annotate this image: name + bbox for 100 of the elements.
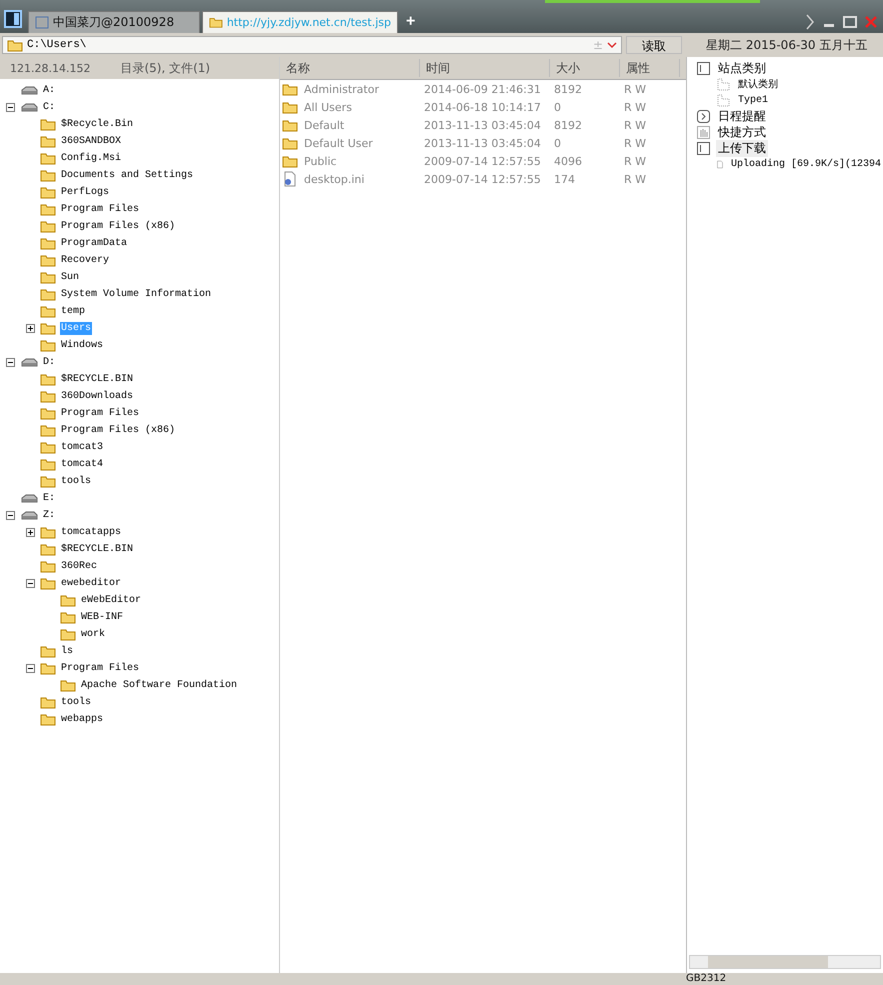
expand-icon[interactable] xyxy=(26,324,34,333)
read-button[interactable]: 读取 xyxy=(626,36,682,54)
dropdown-caret-icon[interactable] xyxy=(607,42,617,48)
folder-icon xyxy=(40,407,56,420)
horizontal-scrollbar[interactable] xyxy=(689,955,881,969)
tree-item[interactable]: WEB-INF xyxy=(80,611,124,624)
tree-item[interactable]: tools xyxy=(60,696,92,709)
tree-item[interactable]: D: xyxy=(42,356,56,369)
collapse-icon[interactable] xyxy=(26,579,34,588)
collapse-icon[interactable] xyxy=(6,103,14,112)
file-size: 8192 xyxy=(553,82,583,96)
tree-item[interactable]: Windows xyxy=(60,339,104,352)
tree-item[interactable]: 360Rec xyxy=(60,560,98,573)
collapse-icon[interactable] xyxy=(6,511,14,520)
tree-item[interactable]: eWebEditor xyxy=(80,594,142,607)
expand-icon[interactable] xyxy=(26,528,34,537)
folder-icon xyxy=(40,152,56,165)
tree-item[interactable]: 360SANDBOX xyxy=(60,135,122,148)
tree-item[interactable]: ls xyxy=(60,645,74,658)
clock-icon xyxy=(697,110,710,122)
tree-item[interactable]: PerfLogs xyxy=(60,186,110,199)
collapse-icon[interactable] xyxy=(26,664,34,673)
tree-item[interactable]: tomcatapps xyxy=(60,526,122,539)
file-attributes: R W xyxy=(623,118,648,132)
folder-icon xyxy=(40,645,56,658)
chevron-right-icon[interactable] xyxy=(805,14,815,30)
folder-icon xyxy=(40,254,56,267)
sidebar-toggle-icon[interactable] xyxy=(4,10,22,28)
category-icon xyxy=(717,78,730,90)
folder-icon xyxy=(40,373,56,386)
folder-icon xyxy=(282,136,298,150)
column-header[interactable]: 大小 xyxy=(550,59,620,77)
column-header[interactable]: 时间 xyxy=(420,59,550,77)
file-time: 2014-06-18 10:14:17 xyxy=(423,100,542,114)
address-field[interactable]: C:\Users\ ± xyxy=(2,36,622,54)
folder-icon xyxy=(40,577,56,590)
tree-item[interactable]: E: xyxy=(42,492,56,505)
file-name[interactable]: Administrator xyxy=(304,82,379,96)
panel-item[interactable]: 站点类别 xyxy=(716,60,768,76)
panel-item[interactable]: 快捷方式 xyxy=(716,124,768,140)
folder-icon xyxy=(7,38,23,52)
tree-item[interactable]: tomcat3 xyxy=(60,441,104,454)
category-icon xyxy=(717,94,730,106)
tree-item[interactable]: Program Files xyxy=(60,203,140,216)
tree-item[interactable]: Sun xyxy=(60,271,80,284)
folder-icon xyxy=(40,713,56,726)
file-attributes: R W xyxy=(623,82,648,96)
file-name[interactable]: Default User xyxy=(304,136,373,150)
file-name[interactable]: Public xyxy=(304,154,337,168)
tree-item[interactable]: $RECYCLE.BIN xyxy=(60,373,134,386)
folder-icon xyxy=(40,696,56,709)
tree-item[interactable]: Program Files (x86) xyxy=(60,220,176,233)
maximize-icon[interactable] xyxy=(843,16,857,28)
tree-item[interactable]: tools xyxy=(60,475,92,488)
file-name[interactable]: Default xyxy=(304,118,344,132)
folder-icon xyxy=(209,16,223,29)
column-header[interactable]: 属性 xyxy=(620,59,680,77)
tree-item[interactable]: Config.Msi xyxy=(60,152,122,165)
tree-item[interactable]: Program Files xyxy=(60,662,140,675)
column-header[interactable]: 名称 xyxy=(280,59,420,77)
tree-item[interactable]: Program Files xyxy=(60,407,140,420)
tree-item[interactable]: tomcat4 xyxy=(60,458,104,471)
folder-icon xyxy=(40,424,56,437)
panel-item[interactable]: 上传下载 xyxy=(716,140,768,156)
panel-item[interactable]: 日程提醒 xyxy=(716,108,768,124)
tree-item[interactable]: $Recycle.Bin xyxy=(60,118,134,131)
window-icon xyxy=(35,16,49,29)
file-name[interactable]: desktop.ini xyxy=(304,172,364,186)
folder-icon xyxy=(40,339,56,352)
folder-icon xyxy=(282,100,298,114)
folder-icon xyxy=(60,628,76,641)
tree-item[interactable]: webapps xyxy=(60,713,104,726)
tree-item[interactable]: C: xyxy=(42,101,56,114)
panel-item[interactable]: Uploading [69.9K/s](12394 xyxy=(728,158,883,170)
tree-item[interactable]: ProgramData xyxy=(60,237,128,250)
folder-icon xyxy=(40,186,56,199)
tree-item[interactable]: Program Files (x86) xyxy=(60,424,176,437)
folder-icon xyxy=(40,543,56,556)
folder-icon xyxy=(40,220,56,233)
tree-item[interactable]: System Volume Information xyxy=(60,288,212,301)
tree-item[interactable]: $RECYCLE.BIN xyxy=(60,543,134,556)
panel-icon xyxy=(697,142,710,154)
file-name[interactable]: All Users xyxy=(304,100,352,114)
tree-item[interactable]: A: xyxy=(42,84,56,97)
file-attributes: R W xyxy=(623,172,648,186)
browser-tab[interactable]: 中国菜刀@20100928 xyxy=(28,11,200,33)
panel-item[interactable]: Type1 xyxy=(736,94,770,106)
tree-item[interactable]: Apache Software Foundation xyxy=(80,679,238,692)
tree-item[interactable]: Recovery xyxy=(60,254,110,267)
tree-item[interactable]: Documents and Settings xyxy=(60,169,194,182)
tree-item[interactable]: 360Downloads xyxy=(60,390,134,403)
collapse-icon[interactable] xyxy=(6,358,14,367)
tree-item[interactable]: work xyxy=(80,628,106,641)
panel-item[interactable]: 默认类别 xyxy=(736,77,780,91)
new-tab-button[interactable]: + xyxy=(400,11,422,33)
tree-item[interactable]: temp xyxy=(60,305,86,318)
tree-item[interactable]: ewebeditor xyxy=(60,577,122,590)
tree-item[interactable]: Z: xyxy=(42,509,56,522)
file-attributes: R W xyxy=(623,136,648,150)
folder-icon xyxy=(282,118,298,132)
